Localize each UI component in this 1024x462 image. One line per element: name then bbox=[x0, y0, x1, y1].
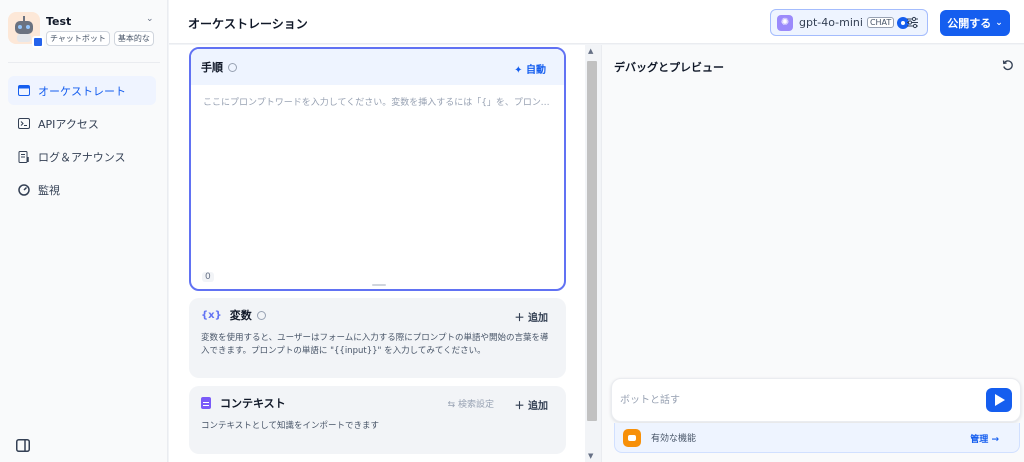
refresh-icon[interactable] bbox=[1002, 59, 1014, 71]
help-icon[interactable] bbox=[256, 310, 266, 320]
sliders-icon[interactable] bbox=[906, 16, 919, 29]
sidebar-item-monitor[interactable]: 監視 bbox=[8, 175, 156, 204]
prompt-header: 手順 ✦ 自動 bbox=[191, 49, 564, 85]
sidebar-item-label: APIアクセス bbox=[38, 117, 99, 131]
document-icon bbox=[201, 397, 211, 409]
sidebar-item-label: オーケストレート bbox=[38, 84, 126, 98]
add-context-button[interactable]: ＋ 追加 bbox=[515, 397, 548, 412]
sidebar: Test ⌄ チャットボット 基本的な オーケストレート APIアクセス ログ＆… bbox=[0, 0, 168, 462]
prompt-editor[interactable]: ここにプロンプトワードを入力してください。変数を挿入するには「{」を、プロンプト… bbox=[203, 95, 555, 108]
context-card: コンテキスト ⇆ 検索設定 ＋ 追加 コンテキストとして知識をインポートできます bbox=[189, 386, 566, 454]
model-name: gpt-4o-mini bbox=[799, 16, 863, 29]
log-icon bbox=[18, 150, 30, 163]
add-label: 追加 bbox=[528, 401, 548, 412]
publish-label: 公開する bbox=[947, 17, 992, 30]
send-button[interactable] bbox=[986, 388, 1012, 412]
publish-button[interactable]: 公開する ⌄ bbox=[940, 10, 1010, 36]
app-name: Test bbox=[46, 15, 72, 28]
page-title: オーケストレーション bbox=[188, 17, 308, 31]
manage-features-link[interactable]: 管理 → bbox=[970, 432, 999, 445]
model-mode-badge: CHAT bbox=[866, 17, 895, 28]
app-type-badge-icon bbox=[32, 36, 44, 48]
add-label: 追加 bbox=[528, 313, 548, 324]
top-bar: オーケストレーション ✺ gpt-4o-mini CHAT 公開する ⌄ bbox=[169, 0, 1024, 44]
context-title: コンテキスト bbox=[220, 397, 286, 410]
config-panel: 手順 ✦ 自動 ここにプロンプトワードを入力してください。変数を挿入するには「{… bbox=[169, 45, 589, 462]
config-scrollbar[interactable]: ▲ ▼ bbox=[585, 45, 599, 462]
sidebar-item-orchestrate[interactable]: オーケストレート bbox=[8, 76, 156, 105]
retrieval-settings-button[interactable]: ⇆ 検索設定 bbox=[448, 397, 494, 410]
sidebar-item-label: ログ＆アナウンス bbox=[38, 150, 126, 164]
scroll-up-icon[interactable]: ▲ bbox=[588, 47, 593, 55]
app-tag-mode: 基本的な bbox=[113, 31, 154, 46]
scroll-thumb[interactable] bbox=[587, 61, 597, 421]
feature-icon bbox=[623, 428, 641, 447]
sidebar-item-label: 監視 bbox=[38, 183, 60, 197]
sidebar-divider bbox=[8, 62, 160, 63]
chevron-down-icon[interactable]: ⌄ bbox=[146, 14, 154, 24]
monitor-icon bbox=[18, 183, 30, 196]
help-icon[interactable] bbox=[228, 62, 237, 72]
features-bar: 有効な機能 管理 → bbox=[614, 423, 1020, 453]
context-description: コンテキストとして知識をインポートできます bbox=[201, 421, 379, 431]
variable-icon: {x} bbox=[201, 309, 222, 321]
add-variable-button[interactable]: ＋ 追加 bbox=[515, 309, 548, 324]
char-count: 0 bbox=[202, 272, 214, 282]
debug-preview-panel: デバッグとプレビュー 有効な機能 管理 → bbox=[601, 45, 1024, 462]
openai-logo-icon: ✺ bbox=[777, 14, 793, 31]
app-selector[interactable]: Test ⌄ チャットボット 基本的な bbox=[8, 12, 160, 50]
variables-description: 変数を使用すると、ユーザーはフォームに入力する際にプロンプトの単語や開始の言葉を… bbox=[201, 333, 549, 356]
sidebar-collapse-icon[interactable] bbox=[16, 439, 30, 452]
chevron-down-icon: ⌄ bbox=[995, 18, 1003, 28]
chat-input-box bbox=[611, 378, 1021, 422]
variables-card: {x} 変数 ＋ 追加 変数を使用すると、ユーザーはフォームに入力する際にプロン… bbox=[189, 298, 566, 378]
chat-input[interactable] bbox=[620, 388, 980, 412]
debug-title: デバッグとプレビュー bbox=[614, 61, 724, 74]
app-tag-type: チャットボット bbox=[46, 31, 110, 46]
sidebar-item-api-access[interactable]: APIアクセス bbox=[8, 109, 156, 138]
scroll-down-icon[interactable]: ▼ bbox=[588, 452, 593, 460]
auto-generate-button[interactable]: ✦ 自動 bbox=[514, 61, 546, 76]
search-label: 検索設定 bbox=[457, 400, 494, 410]
resize-handle[interactable] bbox=[372, 284, 386, 286]
features-label: 有効な機能 bbox=[651, 434, 697, 444]
variables-title: 変数 bbox=[229, 309, 252, 322]
manage-label: 管理 bbox=[970, 435, 989, 445]
terminal-icon bbox=[18, 118, 30, 130]
sidebar-item-logs[interactable]: ログ＆アナウンス bbox=[8, 142, 156, 171]
prompt-card: 手順 ✦ 自動 ここにプロンプトワードを入力してください。変数を挿入するには「{… bbox=[189, 47, 566, 291]
prompt-title: 手順 bbox=[201, 61, 223, 74]
model-selector-button[interactable]: ✺ gpt-4o-mini CHAT bbox=[770, 9, 928, 36]
send-icon bbox=[995, 394, 1005, 406]
sidebar-nav: オーケストレート APIアクセス ログ＆アナウンス 監視 bbox=[8, 76, 156, 208]
auto-label: 自動 bbox=[526, 65, 546, 76]
layout-icon bbox=[18, 85, 30, 97]
